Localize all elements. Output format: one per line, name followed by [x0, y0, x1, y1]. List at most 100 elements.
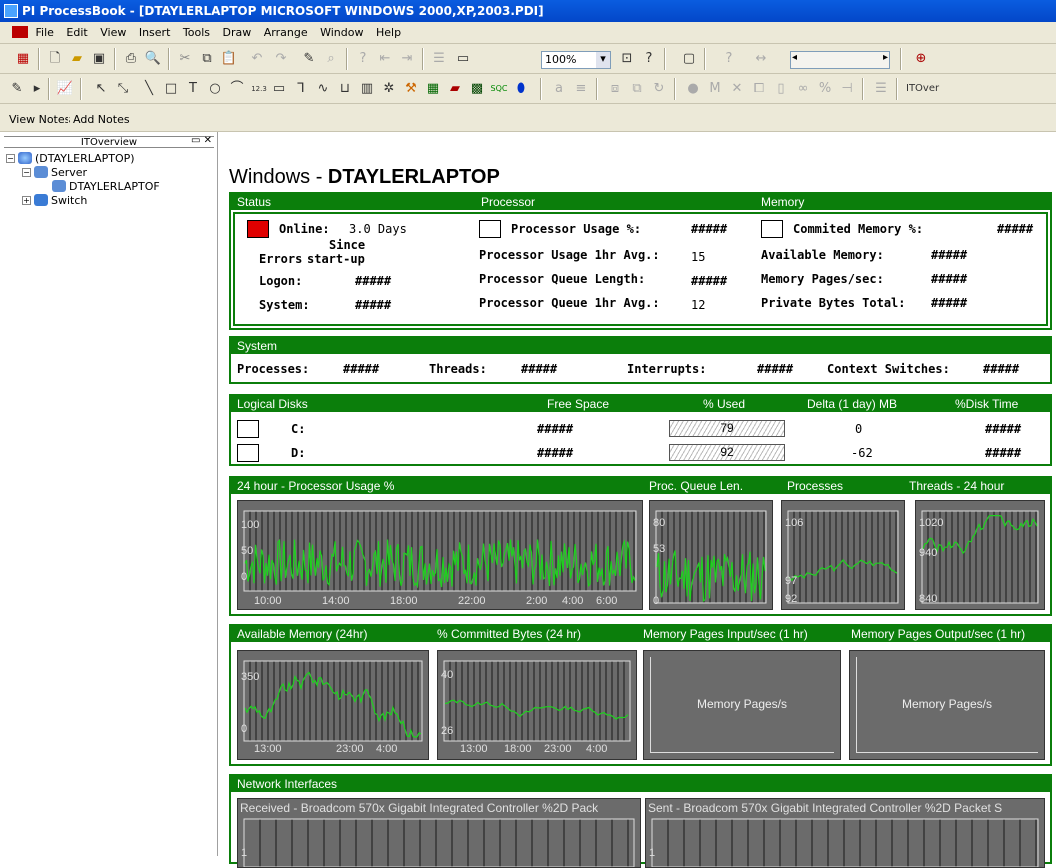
image-icon[interactable]: ▩: [468, 80, 486, 98]
format-painter-icon[interactable]: ✎: [300, 50, 318, 68]
ellipse-icon[interactable]: ○: [206, 80, 224, 98]
new-icon[interactable]: 🗋: [46, 50, 64, 68]
bucket-icon[interactable]: ⬮: [512, 80, 530, 98]
rectangle-icon[interactable]: □: [162, 80, 180, 98]
group-icon[interactable]: ⧈: [606, 80, 624, 98]
expand-icon[interactable]: +: [22, 196, 31, 205]
menu-help[interactable]: Help: [376, 26, 401, 39]
outdent-icon[interactable]: ⇥: [398, 50, 416, 68]
undo-icon[interactable]: ↶: [248, 50, 266, 68]
help-pointer-icon[interactable]: ?: [354, 50, 372, 68]
context-help-icon[interactable]: ?: [640, 50, 658, 68]
circle-icon[interactable]: ●: [684, 80, 702, 98]
tree-server-child[interactable]: DTAYLERLAPTOF: [52, 180, 160, 193]
menu-insert[interactable]: Insert: [139, 26, 171, 39]
fullscreen-icon[interactable]: ⊡: [618, 50, 636, 68]
save-icon[interactable]: ▣: [90, 50, 108, 68]
tree-root[interactable]: − (DTAYLERLAPTOP): [6, 152, 135, 165]
menu-edit[interactable]: Edit: [66, 26, 87, 39]
line-style-icon[interactable]: ≡: [572, 80, 590, 98]
bar-icon[interactable]: ▭: [270, 80, 288, 98]
line-icon[interactable]: ╲: [140, 80, 158, 98]
pages-input-trend[interactable]: Memory Pages/s: [643, 650, 841, 760]
menu-file[interactable]: File: [36, 26, 54, 39]
view-notes-button[interactable]: View Notes: [4, 110, 76, 128]
committed-bytes-trend[interactable]: 40 26 13:00 18:00 23:00 4:00: [437, 650, 637, 760]
window-icon[interactable]: ▭: [454, 50, 472, 68]
tools-icon[interactable]: ⚒: [402, 80, 420, 98]
run-arrow-icon[interactable]: ▸: [28, 80, 46, 98]
target-icon[interactable]: ⊕: [912, 50, 930, 68]
copy-icon[interactable]: ⧉: [198, 50, 216, 68]
question-icon[interactable]: ?: [720, 50, 738, 68]
tree-server[interactable]: − Server: [22, 166, 87, 179]
symbol-icon[interactable]: ▰: [446, 80, 464, 98]
value-icon[interactable]: 12.3: [250, 80, 268, 98]
menu-window[interactable]: Window: [320, 26, 363, 39]
system-status-value: #####: [355, 298, 392, 312]
print-icon[interactable]: ⎙: [122, 50, 140, 68]
delete-icon[interactable]: ✕: [728, 80, 746, 98]
pages-output-trend[interactable]: Memory Pages/s: [849, 650, 1045, 760]
text-format-icon[interactable]: a: [550, 80, 568, 98]
queue-trend[interactable]: 80 53 0: [649, 500, 773, 610]
reshape-icon[interactable]: ⤡: [114, 80, 132, 98]
available-memory-trend[interactable]: 350 0 13:00 23:00 4:00: [237, 650, 429, 760]
trend-icon[interactable]: ∿: [314, 80, 332, 98]
chart-icon[interactable]: 📈: [56, 80, 74, 98]
sent-packets-trend[interactable]: Sent - Broadcom 570x Gigabit Integrated …: [645, 798, 1045, 868]
grid-icon[interactable]: ▦: [14, 50, 32, 68]
run-mode-icon[interactable]: ▢: [680, 50, 698, 68]
find-icon[interactable]: ⌕: [322, 50, 340, 68]
received-packets-trend[interactable]: Received - Broadcom 570x Gigabit Integra…: [237, 798, 641, 868]
tree-switch[interactable]: + Switch: [22, 194, 87, 207]
list-icon[interactable]: ☰: [872, 80, 890, 98]
threads-trend[interactable]: 1020 940 840: [915, 500, 1045, 610]
menu-tools[interactable]: Tools: [183, 26, 210, 39]
align-right-icon[interactable]: ⊣: [838, 80, 856, 98]
menu-draw[interactable]: Draw: [223, 26, 252, 39]
ungroup-icon[interactable]: ⧉: [628, 80, 646, 98]
tree-root-label: (DTAYLERLAPTOP): [35, 152, 135, 165]
processes-trend[interactable]: 106 97 92: [781, 500, 905, 610]
menu-bar: File Edit View Insert Tools Draw Arrange…: [0, 22, 1056, 44]
cpu-tick-x: 22:00: [458, 595, 486, 607]
rotate-icon[interactable]: ↻: [650, 80, 668, 98]
percent-icon[interactable]: %: [816, 80, 834, 98]
open-icon[interactable]: ▰: [68, 50, 86, 68]
build-icon[interactable]: ✎: [8, 80, 26, 98]
collapse-icon[interactable]: −: [6, 154, 15, 163]
sqc-tool-icon[interactable]: ✲: [380, 80, 398, 98]
menu-view[interactable]: View: [100, 26, 126, 39]
macro-icon[interactable]: M: [706, 80, 724, 98]
cpu-trend[interactable]: 100 50 0 10:00 14:00 18:00 22:00 2:00 4:…: [237, 500, 643, 610]
collapse-icon[interactable]: −: [22, 168, 31, 177]
panel-close-icon[interactable]: ▭ ✕: [191, 135, 212, 146]
properties-icon[interactable]: ⧠: [750, 80, 768, 98]
menu-arrange[interactable]: Arrange: [264, 26, 308, 39]
page-icon[interactable]: ▯: [772, 80, 790, 98]
avail-mem-tick-x: 4:00: [376, 743, 398, 755]
link-icon[interactable]: ∞: [794, 80, 812, 98]
tree-switch-label: Switch: [51, 194, 88, 207]
table-icon[interactable]: ▦: [424, 80, 442, 98]
align-icon[interactable]: ☰: [430, 50, 448, 68]
bar-chart-icon[interactable]: ▥: [358, 80, 376, 98]
connector-icon[interactable]: ⅂: [292, 80, 310, 98]
arc-icon[interactable]: ⌒: [228, 80, 246, 98]
logical-disks-section: Logical Disks Free Space % Used Delta (1…: [229, 394, 1052, 466]
text-tool-icon[interactable]: T: [184, 80, 202, 98]
sqc-icon[interactable]: SQC: [490, 80, 508, 98]
paste-icon[interactable]: 📋: [220, 50, 238, 68]
time-range-icon[interactable]: ↔: [752, 50, 770, 68]
cut-icon[interactable]: ✂: [176, 50, 194, 68]
itoverview-tab[interactable]: ITOver: [906, 80, 950, 98]
time-scrollbar[interactable]: ◂ ▸: [790, 51, 890, 69]
print-preview-icon[interactable]: 🔍: [144, 50, 162, 68]
redo-icon[interactable]: ↷: [272, 50, 290, 68]
indent-icon[interactable]: ⇤: [376, 50, 394, 68]
zoom-select[interactable]: 100%: [541, 51, 611, 69]
add-notes-button[interactable]: Add Notes: [68, 110, 135, 128]
select-arrow-icon[interactable]: ↖: [92, 80, 110, 98]
xy-plot-icon[interactable]: ⊔: [336, 80, 354, 98]
